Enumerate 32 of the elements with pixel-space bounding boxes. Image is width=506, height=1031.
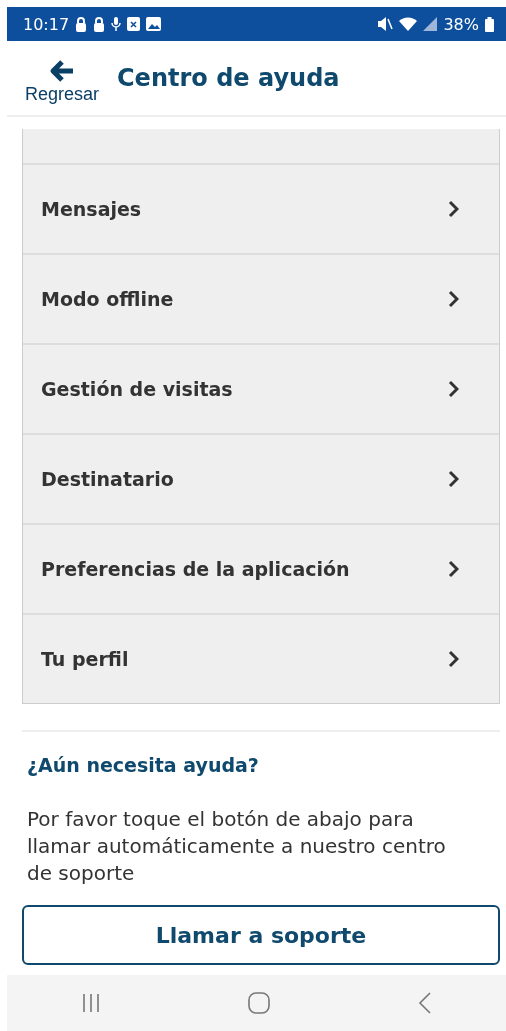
signal-icon [423,17,438,31]
chevron-right-icon [448,650,459,668]
help-topic-item[interactable]: Modo offline [23,253,499,343]
chevron-right-icon [448,290,459,308]
help-topic-item[interactable]: Mensajes [23,163,499,253]
help-topic-item[interactable]: Preferencias de la aplicación [23,523,499,613]
image-icon [146,17,162,31]
help-topic-item[interactable]: Destinatario [23,433,499,523]
recent-apps-icon[interactable] [80,993,101,1013]
home-icon[interactable] [248,992,271,1014]
battery-level: 38% [443,14,479,34]
back-icon[interactable] [418,992,433,1014]
mute-icon [377,17,394,31]
back-arrow-icon [49,59,75,82]
page-title: Centro de ayuda [117,64,340,92]
help-text: Por favor toque el botón de abajo para llamar automáticamente a nuestro centro de soporte [27,806,447,887]
help-heading: ¿Aún necesita ayuda? [27,754,260,776]
help-topic-item[interactable]: Tu perfil [23,613,499,703]
chevron-right-icon [448,380,459,398]
chevron-right-icon [448,560,459,578]
lock-icon [75,16,88,32]
wifi-icon [399,17,418,31]
back-button[interactable]: Regresar [7,51,117,105]
file-icon [127,17,141,31]
battery-icon [485,16,494,32]
help-topic-item[interactable]: Gestión de visitas [23,343,499,433]
clock: 10:17 [23,14,70,34]
lock-icon [93,16,106,32]
microphone-icon [111,17,122,31]
chevron-right-icon [448,200,459,218]
call-support-button[interactable]: Llamar a soporte [22,905,500,965]
chevron-right-icon [448,470,459,488]
